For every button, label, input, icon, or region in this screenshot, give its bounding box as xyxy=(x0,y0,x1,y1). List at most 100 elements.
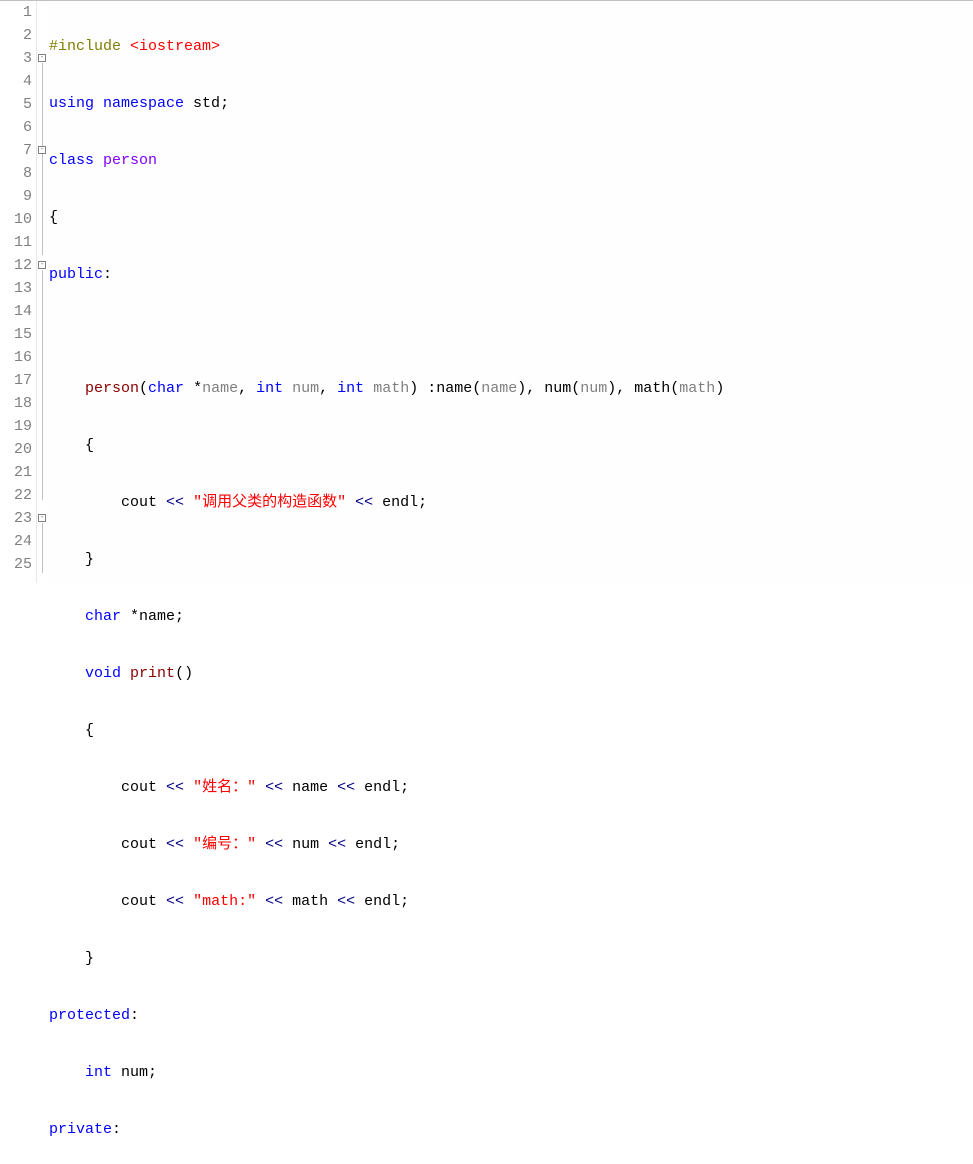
code-line[interactable]: { xyxy=(49,434,973,457)
fold-line xyxy=(42,270,43,500)
line-number-gutter: 1 2 3 4 5 6 7 8 9 10 11 12 13 14 15 16 1… xyxy=(0,1,37,583)
string-literal: "姓名：" xyxy=(193,779,256,796)
fold-toggle-icon[interactable]: - xyxy=(38,54,46,62)
keyword: int xyxy=(256,380,283,397)
code-line[interactable]: { xyxy=(49,719,973,742)
code-text: name xyxy=(283,779,337,796)
code-line[interactable]: { xyxy=(49,206,973,229)
keyword: void xyxy=(85,665,121,682)
line-number: 13 xyxy=(0,277,32,300)
line-number: 15 xyxy=(0,323,32,346)
fold-line xyxy=(42,523,43,573)
code-text: cout xyxy=(49,779,166,796)
punct: ), num( xyxy=(517,380,580,397)
func-name: print xyxy=(130,665,175,682)
operator: << xyxy=(166,494,184,511)
space xyxy=(121,665,130,682)
space xyxy=(184,836,193,853)
fold-toggle-icon[interactable]: - xyxy=(38,514,46,522)
code-text: endl; xyxy=(355,893,409,910)
line-number: 20 xyxy=(0,438,32,461)
code-line[interactable]: public: xyxy=(49,263,973,286)
line-number: 14 xyxy=(0,300,32,323)
code-area[interactable]: #include <iostream> using namespace std;… xyxy=(47,1,973,583)
preproc-token: #include xyxy=(49,38,130,55)
operator: << xyxy=(265,893,283,910)
line-number: 11 xyxy=(0,231,32,254)
line-number: 23 xyxy=(0,507,32,530)
code-editor[interactable]: 1 2 3 4 5 6 7 8 9 10 11 12 13 14 15 16 1… xyxy=(0,1,973,583)
operator: << xyxy=(337,779,355,796)
string-literal: "调用父类的构造函数" xyxy=(193,494,346,511)
code-text: cout xyxy=(49,836,166,853)
keyword: private xyxy=(49,1121,112,1138)
line-number: 10 xyxy=(0,208,32,231)
code-line[interactable]: person(char *name, int num, int math) :n… xyxy=(49,377,973,400)
line-number: 5 xyxy=(0,93,32,116)
code-line[interactable] xyxy=(49,320,973,343)
code-line[interactable]: cout << "math:" << math << endl; xyxy=(49,890,973,913)
keyword: protected xyxy=(49,1007,130,1024)
line-number: 21 xyxy=(0,461,32,484)
fold-toggle-icon[interactable]: - xyxy=(38,261,46,269)
string-literal: "编号：" xyxy=(193,836,256,853)
space xyxy=(94,95,103,112)
param: name xyxy=(202,380,238,397)
param: num xyxy=(292,380,319,397)
space xyxy=(283,380,292,397)
line-number: 25 xyxy=(0,553,32,576)
code-line[interactable]: cout << "编号：" << num << endl; xyxy=(49,833,973,856)
code-line[interactable]: char *name; xyxy=(49,605,973,628)
code-line[interactable]: cout << "调用父类的构造函数" << endl; xyxy=(49,491,973,514)
code-line[interactable]: #include <iostream> xyxy=(49,35,973,58)
line-number: 9 xyxy=(0,185,32,208)
indent xyxy=(49,1064,85,1081)
punct: * xyxy=(184,380,202,397)
space xyxy=(184,494,193,511)
line-number: 6 xyxy=(0,116,32,139)
line-number: 3 xyxy=(0,47,32,70)
punct: () xyxy=(175,665,193,682)
code-line[interactable]: } xyxy=(49,548,973,571)
code-text: endl; xyxy=(346,836,400,853)
line-number: 1 xyxy=(0,1,32,24)
code-text: num; xyxy=(112,1064,157,1081)
ctor-name: person xyxy=(85,380,139,397)
fold-gutter: - - - - xyxy=(37,1,47,583)
space xyxy=(256,893,265,910)
space xyxy=(184,779,193,796)
code-line[interactable]: } xyxy=(49,947,973,970)
code-line[interactable]: class person xyxy=(49,149,973,172)
line-number: 12 xyxy=(0,254,32,277)
code-line[interactable]: void print() xyxy=(49,662,973,685)
punct: ), math( xyxy=(607,380,679,397)
keyword: using xyxy=(49,95,94,112)
code-text: num xyxy=(283,836,328,853)
punct: , xyxy=(238,380,256,397)
code-text: *name; xyxy=(121,608,184,625)
class-name: person xyxy=(103,152,157,169)
punct: : xyxy=(130,1007,139,1024)
keyword: public xyxy=(49,266,103,283)
operator: << xyxy=(337,893,355,910)
fold-toggle-icon[interactable]: - xyxy=(38,146,46,154)
code-text: cout xyxy=(49,494,166,511)
punct: , xyxy=(319,380,337,397)
operator: << xyxy=(166,893,184,910)
code-text: cout xyxy=(49,893,166,910)
code-line[interactable]: using namespace std; xyxy=(49,92,973,115)
punct: ( xyxy=(139,380,148,397)
code-line[interactable]: private: xyxy=(49,1118,973,1141)
keyword: class xyxy=(49,152,94,169)
operator: << xyxy=(328,836,346,853)
indent xyxy=(49,665,85,682)
code-text: math xyxy=(283,893,337,910)
arg: math xyxy=(679,380,715,397)
operator: << xyxy=(265,779,283,796)
param: math xyxy=(373,380,409,397)
code-line[interactable]: protected: xyxy=(49,1004,973,1027)
code-line[interactable]: cout << "姓名：" << name << endl; xyxy=(49,776,973,799)
arg: num xyxy=(580,380,607,397)
code-line[interactable]: int num; xyxy=(49,1061,973,1084)
operator: << xyxy=(166,836,184,853)
